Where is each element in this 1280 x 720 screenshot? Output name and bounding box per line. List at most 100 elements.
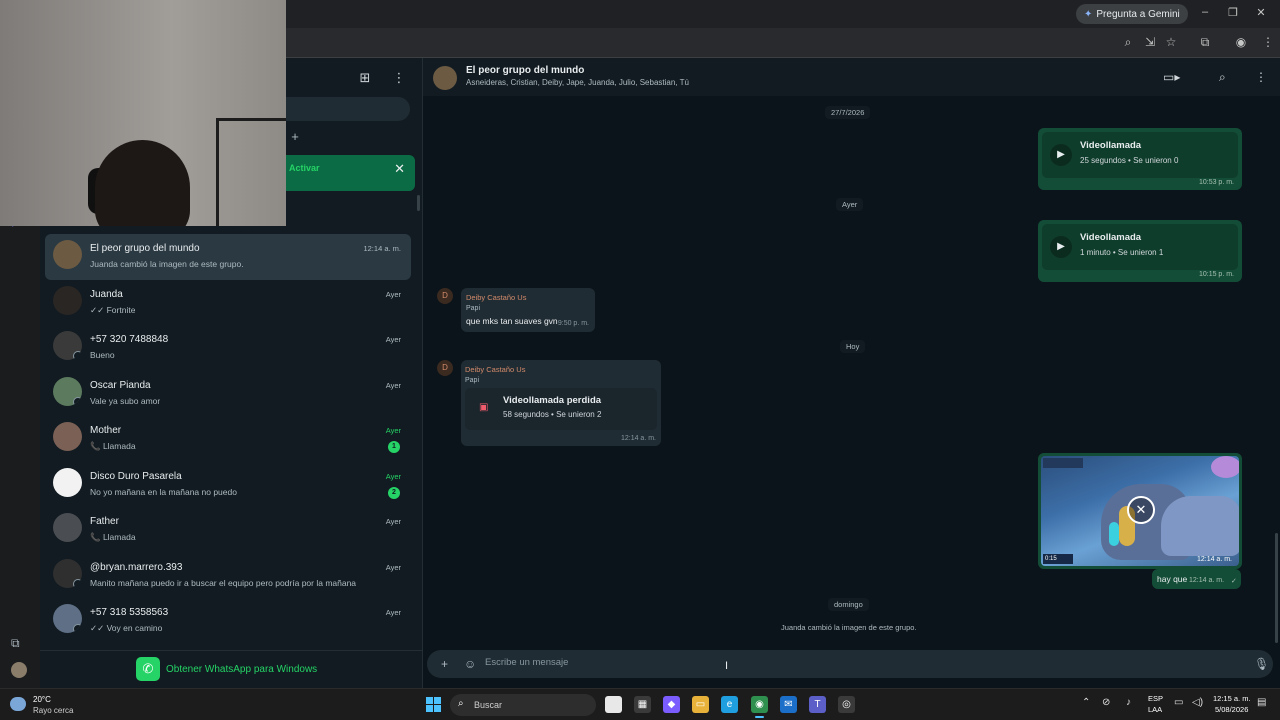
avatar [53,422,82,451]
chat-row[interactable]: Mother 📞 Llamada Ayer 1 [45,416,411,462]
call-message[interactable]: ▶ Videollamada 25 segundos • Se unieron … [1038,128,1242,190]
avatar [53,376,82,406]
chrome-icon[interactable]: ◉ [751,696,768,718]
chat-row[interactable]: Disco Duro Pasarela No yo mañana en la m… [45,462,411,508]
chat-time: Ayer [385,289,401,299]
left-rail [0,226,40,688]
copilot-icon[interactable]: ◆ [663,696,680,713]
microphone-icon[interactable]: 🎙 [1254,657,1269,671]
missed-call-card: ▣ Videollamada perdida 58 segundos • Se … [465,388,657,430]
chat-time: Ayer [385,426,401,435]
menu-icon[interactable]: ⋮ [1255,70,1267,84]
message-time: 12:14 a. m. [620,435,656,442]
add-filter-icon[interactable]: + [286,128,304,146]
outgoing-text-message[interactable]: hay que 12:14 a. m. ✓ [1152,569,1241,589]
status-ring-icon [73,578,82,588]
chat-name: @bryan.marrero.393 [90,561,183,573]
gemini-button[interactable]: ✦ Pregunta a Gemini [1076,4,1188,24]
message-time: 9:50 p. m. [557,320,589,327]
close-window-icon[interactable]: ✕ [1254,6,1268,19]
zoom-icon[interactable]: ⌕ [1120,35,1136,50]
chat-row[interactable]: El peor grupo del mundo Juanda cambió la… [45,234,411,280]
chat-row[interactable]: Juanda ✓✓ Fortnite Ayer [45,280,411,326]
attach-plus-icon[interactable]: + [441,657,448,671]
activate-link[interactable]: Activar [289,163,320,173]
incoming-message[interactable]: Deiby Castaño Us Papi que mks tan suaves… [461,288,595,332]
cancel-download-icon[interactable]: ✕ [1127,496,1155,524]
get-app-link[interactable]: ✆ Obtener WhatsApp para Windows [136,657,317,681]
taskbar-search[interactable]: ⌕ Buscar [450,694,596,716]
bookmark-star-icon[interactable]: ☆ [1163,35,1179,49]
display-icon[interactable]: ▭ [1174,697,1183,708]
webcam-door-frame [216,118,286,226]
message-input[interactable]: Escribe un mensaje [485,657,568,668]
notification-app-icon[interactable]: ◎ [838,696,855,713]
clock-date[interactable]: 5/08/2026 [1215,705,1248,714]
chat-row[interactable]: @bryan.marrero.393 Manito mañana puedo i… [45,553,411,599]
conversation-header[interactable]: El peor grupo del mundo Asneideras, Cris… [423,58,1280,96]
minimize-icon[interactable]: – [1198,6,1212,18]
call-card: ▶ Videollamada 25 segundos • Se unieron … [1042,132,1238,178]
chat-menu-icon[interactable]: ⋮ [390,70,408,86]
task-view-icon[interactable] [605,696,622,713]
unread-badge: 2 [388,486,400,499]
sender-alias: Papi [466,305,481,312]
chat-name: +57 318 5358563 [90,607,169,618]
group-avatar[interactable] [433,66,457,90]
language-indicator[interactable]: ESP [1148,694,1163,703]
chat-row[interactable]: +57 318 5358563 ✓✓ Voy en camino Ayer [45,598,411,644]
chat-time: Ayer [385,471,401,481]
media-icon[interactable]: ⧉ [11,636,20,651]
microphone-icon[interactable]: ♪ [1126,697,1131,708]
video-camera-icon: ▶ [1050,144,1072,166]
chat-row[interactable]: Oscar Pianda Vale ya subo amor Ayer [45,371,411,417]
image-message[interactable]: 0:15 ✕ 12:14 a. m. [1038,453,1242,569]
chat-search-input[interactable] [286,97,410,121]
profile-avatar[interactable]: ◉ [1233,35,1249,49]
clock-time[interactable]: 12:15 a. m. [1213,694,1251,703]
avatar [53,331,82,360]
teams-icon[interactable]: T [809,696,826,713]
sender-avatar[interactable]: D [437,360,453,376]
install-app-icon[interactable]: ⇲ [1142,35,1158,49]
start-button[interactable] [426,697,441,712]
avatar [53,285,82,315]
call-title: Videollamada perdida [503,395,602,406]
incoming-missed-call[interactable]: Deiby Castaño Us Papi ▣ Videollamada per… [461,360,661,446]
chat-last-message: Juanda cambió la imagen de este grupo. [90,259,244,269]
read-receipt-icon: ✓ [1231,578,1237,585]
network-icon[interactable]: ⊘ [1102,697,1110,708]
call-message[interactable]: ▶ Videollamada 1 minuto • Se unieron 1 1… [1038,220,1242,282]
restore-icon[interactable]: ❐ [1226,6,1240,19]
keyboard-layout[interactable]: LAA [1148,705,1162,714]
edge-icon[interactable]: e [721,696,738,713]
call-title: Videollamada [1080,140,1142,151]
outlook-icon[interactable]: ✉ [780,696,797,713]
weather-icon[interactable] [10,697,26,711]
emoji-icon[interactable]: ☺ [464,657,476,671]
message-time: 10:53 p. m. [1198,179,1234,186]
search-icon[interactable]: ⌕ [1219,70,1226,85]
sparkle-icon: ✦ [1084,8,1093,20]
close-icon[interactable]: ✕ [394,161,405,177]
chevron-up-icon[interactable]: ⌃ [1082,697,1090,708]
chat-last-message: No yo mañana en la mañana no puedo [90,486,237,497]
sender-avatar[interactable]: D [437,288,453,304]
my-profile-avatar[interactable] [11,662,27,678]
taskbar: 20°C Rayo cerca ⌕ Buscar ▦ ◆ ▭ e ◉ ✉ T ◎… [0,688,1280,720]
scrollbar[interactable] [417,195,420,211]
chat-row[interactable]: Father 📞 Llamada Ayer [45,507,411,553]
new-chat-icon[interactable]: ⊞ [356,70,374,86]
scrollbar[interactable] [1275,533,1278,643]
store-icon[interactable]: ▦ [634,696,651,713]
notifications-icon[interactable]: ▤ [1257,697,1266,708]
file-explorer-icon[interactable]: ▭ [692,696,709,713]
volume-icon[interactable]: ◁) [1192,697,1203,708]
browser-menu-icon[interactable]: ⋮ [1260,35,1276,49]
whatsapp-logo-icon: ✆ [136,657,160,681]
extensions-icon[interactable]: ⧉ [1197,35,1213,50]
game-rock [1161,496,1239,556]
sender-name: Deiby Castaño Us [465,365,526,374]
video-call-icon[interactable]: ▭▸ [1163,70,1180,84]
chat-row[interactable]: +57 320 7488848 Bueno Ayer [45,325,411,371]
